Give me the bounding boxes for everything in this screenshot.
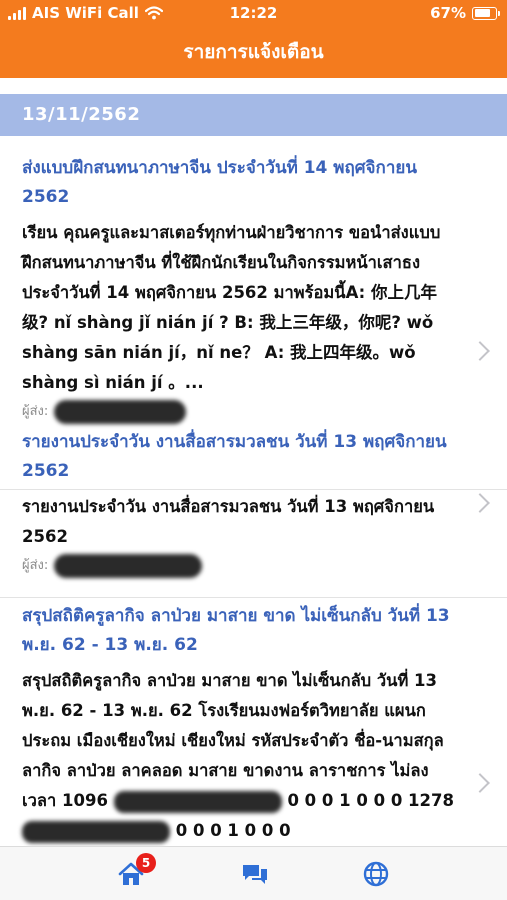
sender-row: ผู้ส่ง: [22, 554, 459, 578]
tab-home[interactable]: 5 [116, 853, 156, 889]
globe-icon [363, 861, 389, 887]
notification-body: เรียน คุณครูและมาสเตอร์ทุกท่านฝ่ายวิชากา… [22, 223, 441, 392]
notification-badge: 5 [136, 853, 156, 873]
battery-fill [474, 9, 490, 17]
sender-label: ผู้ส่ง: [22, 558, 49, 573]
tab-bar: 5 [0, 846, 507, 900]
chevron-right-icon [470, 773, 490, 793]
sender-row: ผู้ส่ง: [22, 400, 459, 424]
date-section-header: 13/11/2562 [0, 94, 507, 136]
chat-icon [243, 865, 267, 884]
nav-bar: รายการแจ้งเตือน [0, 26, 507, 78]
notification-title: รายงานประจำวัน งานสื่อสารมวลชน วันที่ 13… [22, 432, 447, 481]
redacted-text [113, 790, 282, 813]
page-title: รายการแจ้งเตือน [183, 41, 324, 63]
status-bar: AIS WiFi Call 12:22 67% [0, 0, 507, 26]
sender-label: ผู้ส่ง: [22, 404, 49, 419]
redacted-text [22, 820, 170, 843]
notification-list[interactable]: 13/11/2562 ส่งแบบฝึกสนทนาภาษาจีน ประจำวั… [0, 78, 507, 846]
notification-title: ส่งแบบฝึกสนทนาภาษาจีน ประจำวันที่ 14 พฤศ… [22, 158, 417, 207]
chevron-right-icon [470, 341, 490, 361]
battery-info: 67% [430, 4, 500, 22]
notification-item[interactable]: สรุปสถิติครูลากิจ ลาป่วย มาสาย ขาด ไม่เซ… [0, 602, 507, 846]
redacted-sender [54, 400, 187, 424]
notification-item[interactable]: รายงานประจำวัน งานสื่อสารมวลชน วันที่ 13… [0, 428, 507, 598]
battery-icon [472, 6, 500, 20]
chevron-right-icon [470, 493, 490, 513]
tab-messages[interactable] [240, 859, 270, 889]
battery-percent: 67% [430, 4, 466, 22]
notification-body: สรุปสถิติครูลากิจ ลาป่วย มาสาย ขาด ไม่เซ… [22, 666, 459, 846]
tab-web[interactable] [361, 859, 391, 889]
notification-body: รายงานประจำวัน งานสื่อสารมวลชน วันที่ 13… [22, 497, 435, 546]
notification-title: สรุปสถิติครูลากิจ ลาป่วย มาสาย ขาด ไม่เซ… [22, 606, 450, 655]
redacted-sender [54, 554, 203, 578]
